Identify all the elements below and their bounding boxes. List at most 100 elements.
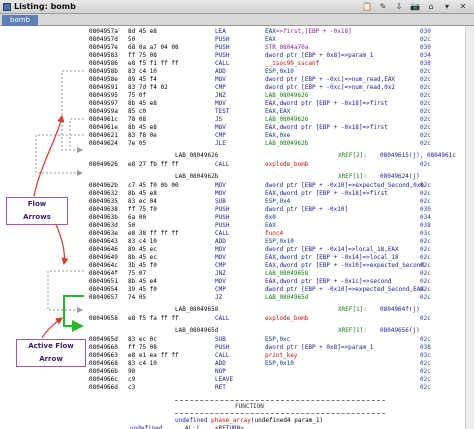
edit-icon[interactable]: ✎ [378, 2, 388, 12]
listing-row[interactable]: 0804965d 83 ec 0c SUB ESP,0xc 02c [85, 336, 465, 344]
menu-dropdown-icon[interactable]: ▾ [442, 2, 452, 12]
operand-token: =>first,[EBP + -0x18] [275, 28, 352, 35]
listing-row[interactable]: 08049651 8b 45 e4 MOV EAX,dword ptr [EBP + … [85, 278, 465, 286]
callout-arrow-flow-up [33, 114, 65, 197]
stack-offset: 02c [420, 270, 431, 277]
operands: ESP,0x10 [265, 360, 294, 368]
address: 0804957e [89, 44, 118, 51]
operand-token: ESP,0xc [265, 336, 291, 343]
listing-row[interactable]: 08049668 83 c4 10 ADD ESP,0x10 02c [85, 360, 465, 368]
xref-targets: 08049656(j) [380, 327, 420, 334]
bytes: 83 ec 04 [128, 198, 157, 205]
listing-row[interactable]: 08049638 ff 75 f0 PUSH dword ptr [EBP + -0x… [85, 206, 465, 214]
listing-row[interactable]: 08049635 83 ec 04 SUB ESP,0x4 02c [85, 198, 465, 206]
bytes: 8b 45 e4 [128, 278, 157, 285]
listing-row[interactable]: 0804958b 83 c4 10 ADD ESP,0x10 02c [85, 68, 465, 76]
copy-icon[interactable]: 📋 [362, 2, 372, 12]
listing-row[interactable]: 08049657 74 05 JZ LAB_0804965d 02c [85, 294, 465, 302]
operands: ESP,0x4 [265, 198, 290, 206]
operand-token: ESP,0x10 [265, 360, 294, 367]
snapshot-icon[interactable]: 📷 [410, 2, 420, 12]
listing-row[interactable]: 0804966b 90 NOP 02c [85, 368, 465, 376]
mnemonic: CALL [215, 60, 230, 67]
mnemonic: JS [215, 116, 223, 123]
operand-token: dword ptr [EBP + 0x8]=>param_1 [265, 344, 374, 351]
listing-row[interactable]: 08049660 ff 75 08 PUSH dword ptr [EBP + 0x8… [85, 344, 465, 352]
listing-row[interactable]: 08049621 83 f8 0e CMP EAX,0xe 02c [85, 132, 465, 140]
listing-row[interactable]: 08049595 75 0f JNZ LAB_08049626 02c [85, 92, 465, 100]
listing-row[interactable]: 08049591 83 7d f4 02 CMP dword ptr [EBP + -… [85, 84, 465, 92]
listing-row[interactable]: 08049626 e8 27 fb ff ff CALL explode_bomb 02… [85, 161, 465, 169]
listing-row[interactable]: 0804959a 85 c0 TEST EAX,EAX 02c [85, 108, 465, 116]
bytes: 90 [128, 368, 136, 375]
listing-row[interactable]: 0804962b c7 45 f0 0b 00 MOV dword ptr [EBP … [85, 182, 465, 190]
operands: EAX [265, 36, 276, 44]
listing-row[interactable]: 0804961e 8b 45 e8 MOV EAX,dword ptr [EBP + … [85, 124, 465, 132]
address: 0804957d [89, 36, 118, 43]
close-icon[interactable]: ✕ [458, 2, 468, 12]
stack-offset: 030 [420, 28, 431, 35]
listing-row[interactable]: 08049597 8b 45 e8 MOV EAX,dword ptr [EBP + … [85, 100, 465, 108]
download-icon[interactable]: ⇩ [394, 2, 404, 12]
listing-row[interactable]: 0804961c 78 08 JS LAB_08049626 02c [85, 116, 465, 124]
return-register: AL:1 [185, 425, 200, 429]
vertical-scrollbar[interactable] [465, 26, 474, 429]
active-flow-arrow-jz [63, 295, 84, 332]
home-icon[interactable]: ⌂ [426, 2, 436, 12]
operands: EAX,dword ptr [EBP + -0x10]=>expected_Se… [265, 262, 424, 270]
listing-row[interactable]: 08049663 e8 e1 ea ff ff CALL print_key 03c [85, 352, 465, 360]
stack-offset: 02c [420, 68, 431, 75]
listing-row[interactable]: 08049654 39 45 f0 CMP dword ptr [EBP + -0x1… [85, 286, 465, 294]
listing-row[interactable]: 08049624 7e 05 JLE LAB_0804962b 02c [85, 140, 465, 148]
listing-row[interactable]: 0804963e e8 38 ff ff ff CALL func4 03c [85, 230, 465, 238]
function-signature-line: undefined phase_array(undefined4 param_1… [85, 417, 465, 425]
listing-row[interactable]: 08049649 8b 45 ec MOV EAX,dword ptr [EBP + … [85, 254, 465, 262]
stack-offset: 03c [420, 352, 431, 359]
operand-token: EAX [265, 36, 276, 43]
mnemonic: ADD [215, 360, 226, 367]
listing-row[interactable]: 0804966d c3 RET 02c [85, 384, 465, 392]
xref-targets: 08049615(j), 0804961c [380, 152, 456, 159]
tab-bomb[interactable]: bomb [2, 15, 38, 26]
address: 0804966d [89, 384, 118, 391]
operands: LAB_08049626 [265, 116, 308, 124]
bytes: 68 0a a7 04 08 [128, 44, 179, 51]
address: 08049654 [89, 286, 118, 293]
listing-row[interactable]: 08049646 89 45 ec MOV dword ptr [EBP + -0x1… [85, 246, 465, 254]
xref-label: XREF[1]: [338, 173, 367, 180]
bytes: c3 [128, 384, 136, 391]
listing-row[interactable]: 0804964c 3b 45 f0 CMP EAX,dword ptr [EBP + … [85, 262, 465, 270]
listing-row[interactable]: 08049586 e8 f5 f1 ff ff CALL __isoc99_sscan… [85, 60, 465, 68]
listing-row[interactable]: 0804964f 75 07 JNZ LAB_08049658 02c [85, 270, 465, 278]
listing-row[interactable]: 08049658 e8 f5 fa ff ff CALL explode_bomb 02… [85, 315, 465, 323]
listing-row[interactable]: 08049632 8b 45 e8 MOV EAX,dword ptr [EBP + … [85, 190, 465, 198]
listing-row[interactable]: 0804966c c9 LEAVE 02c [85, 376, 465, 384]
listing-row[interactable]: 08049643 83 c4 10 ADD ESP,0x10 02c [85, 238, 465, 246]
bytes: 8b 45 e8 [128, 100, 157, 107]
listing-row[interactable]: 0804963b 6a 00 PUSH 0x0 034 [85, 214, 465, 222]
listing-row[interactable]: 08049583 ff 75 08 PUSH dword ptr [EBP + 0x8… [85, 52, 465, 60]
listing-row[interactable]: 0804957d 50 PUSH EAX 02c [85, 36, 465, 44]
listing-row[interactable]: 0804958e 89 45 f4 MOV dword ptr [EBP + -0xc… [85, 76, 465, 84]
operands: 0x0 [265, 214, 276, 222]
listing-row[interactable]: 0804957a 8d 45 e8 LEA EAX=>first,[EBP + -0x… [85, 28, 465, 36]
operands: dword ptr [EBP + 0x8]=>param_1 [265, 52, 373, 60]
stack-offset: 02c [420, 294, 431, 301]
stack-offset: 038 [420, 60, 431, 67]
listing-row[interactable]: 0804957e 68 0a a7 04 08 PUSH STR_0804a70a 03… [85, 44, 465, 52]
listing-row[interactable]: 0804963d 50 PUSH EAX 038 [85, 222, 465, 230]
bytes: 50 [128, 222, 136, 229]
operand-token: EAX,dword ptr [EBP + -0x18]=>first [265, 124, 388, 131]
operands: STR_0804a70a [265, 44, 308, 52]
operand-token: dword ptr [EBP + -0xc]=>num_read,EAX [265, 76, 396, 83]
operands: dword ptr [EBP + -0x14]=>local_18,EAX [265, 246, 399, 254]
address: 08049635 [89, 198, 118, 205]
operand-token: STR_0804a70a [265, 44, 309, 51]
operand-token: explode_bomb [265, 161, 309, 168]
mnemonic: JNZ [215, 270, 226, 277]
mnemonic: MOV [215, 278, 226, 285]
address: 08049660 [89, 344, 118, 351]
listing-panel[interactable]: 0804957a 8d 45 e8 LEA EAX=>first,[EBP + -0x… [85, 26, 465, 429]
bytes: e8 38 ff ff ff [128, 230, 179, 237]
stack-offset: 02c [420, 262, 431, 269]
